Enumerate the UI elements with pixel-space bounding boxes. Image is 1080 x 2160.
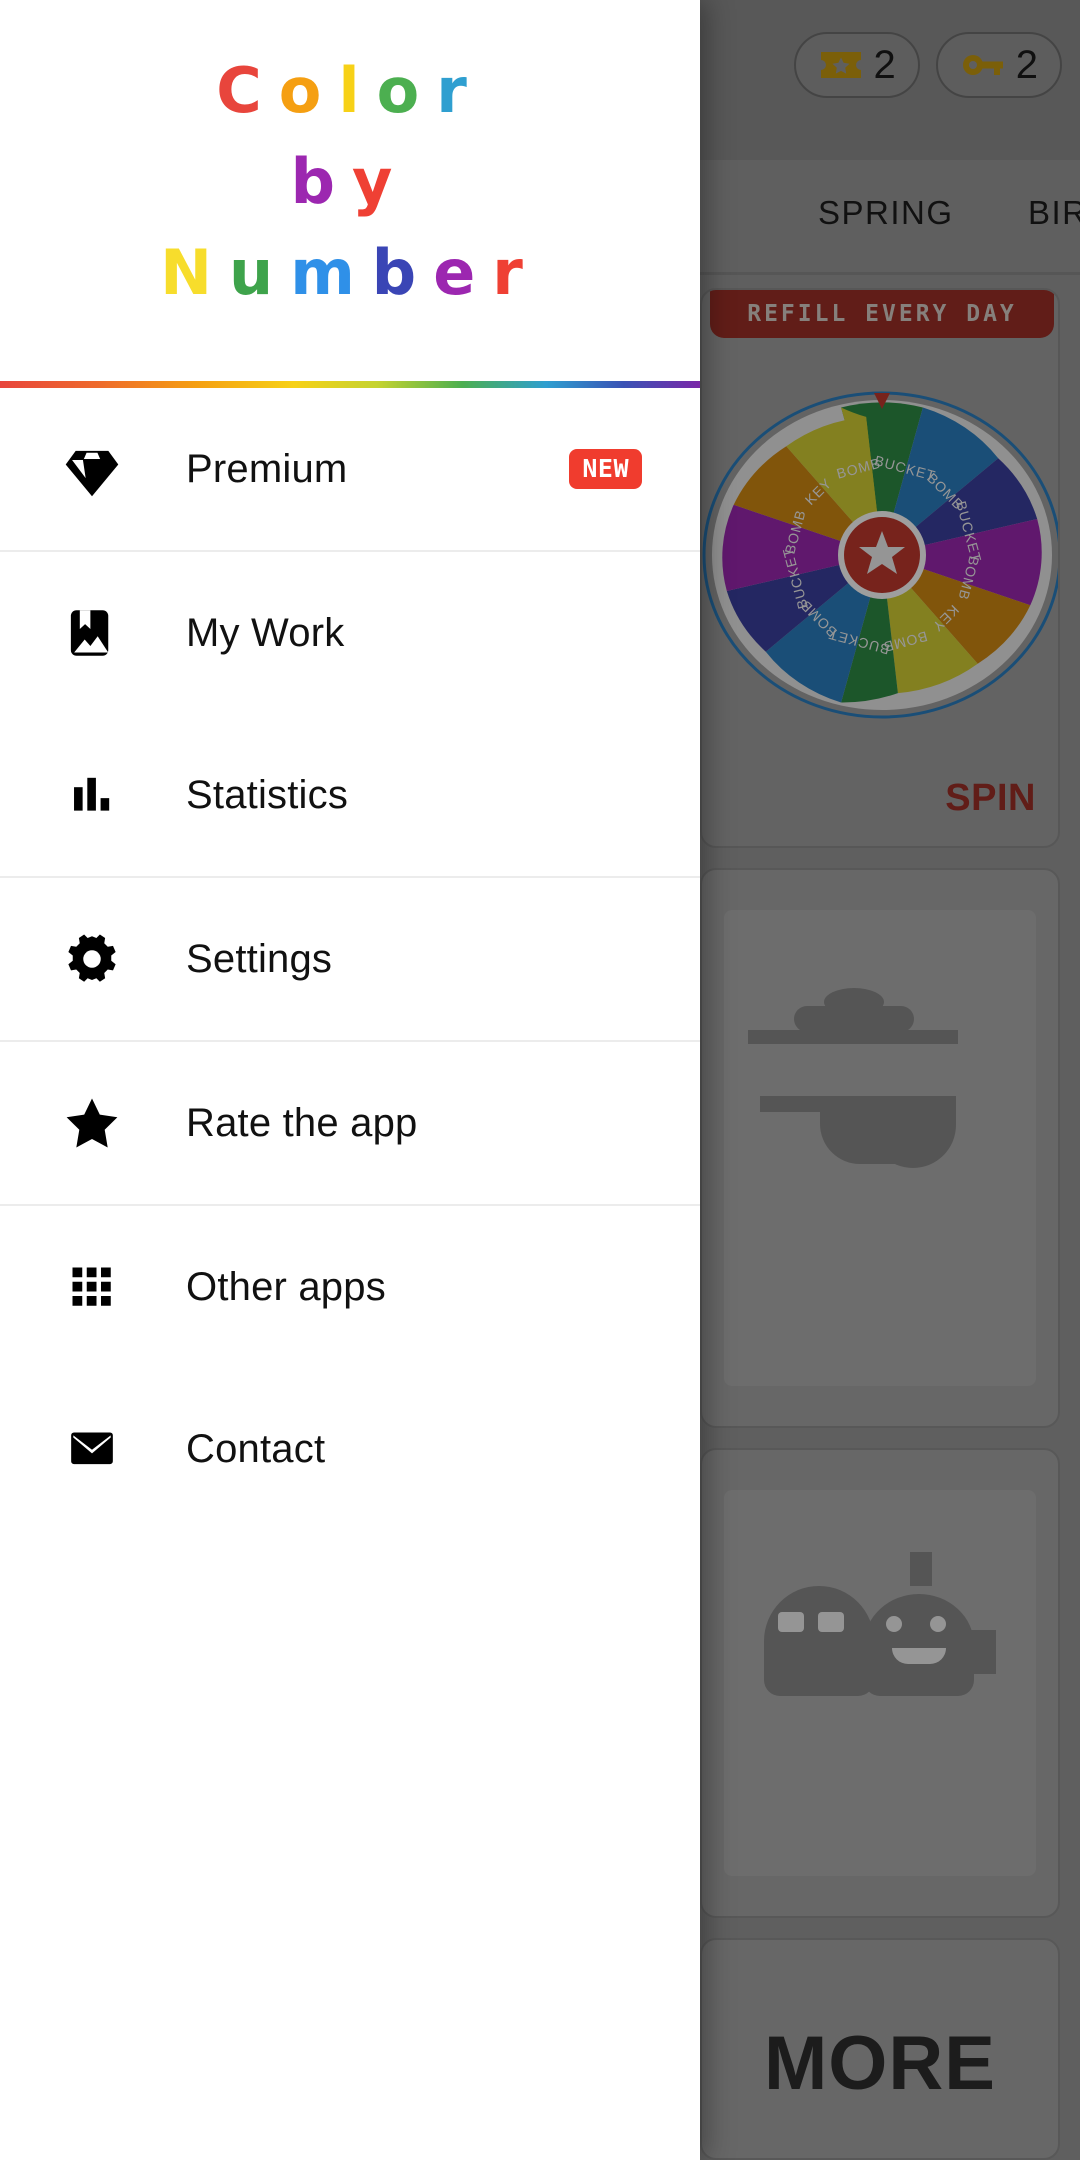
bar-chart-icon (60, 763, 124, 827)
logo-letter: y (352, 145, 409, 218)
menu-item-label: Contact (186, 1427, 325, 1472)
bookmark-image-icon (60, 601, 124, 665)
menu-item-rate-the-app[interactable]: Rate the app (0, 1042, 700, 1204)
app-logo: Color by Number (0, 60, 700, 305)
menu-group-rate: Rate the app (0, 1042, 700, 1206)
menu-group-content: My Work Statistics (0, 552, 700, 878)
grid-apps-icon (60, 1255, 124, 1319)
logo-letter: C (216, 54, 279, 127)
star-icon (60, 1091, 124, 1155)
logo-line-number: Number (0, 242, 700, 305)
menu-item-my-work[interactable]: My Work (0, 552, 700, 714)
menu-group-misc: Other apps Contact (0, 1206, 700, 1530)
menu-item-statistics[interactable]: Statistics (0, 714, 700, 876)
menu-group-settings: Settings (0, 878, 700, 1042)
logo-letter: e (433, 236, 492, 309)
logo-line-color: Color (0, 60, 700, 123)
menu-item-label: Rate the app (186, 1101, 417, 1146)
app-screen: 2 2 HD SPRING BI (0, 0, 1080, 2160)
menu-item-contact[interactable]: Contact (0, 1368, 700, 1530)
menu-item-label: Statistics (186, 773, 348, 818)
menu-item-label: Premium (186, 447, 347, 492)
logo-letter: o (279, 54, 339, 127)
logo-letter: o (377, 54, 437, 127)
rainbow-divider (0, 381, 700, 388)
menu-item-label: My Work (186, 611, 344, 656)
menu-item-label: Settings (186, 937, 332, 982)
logo-letter: N (160, 236, 229, 309)
gear-icon (60, 927, 124, 991)
navigation-drawer: Color by Number Premium NEW (0, 0, 700, 2160)
new-badge: NEW (569, 449, 642, 489)
logo-letter: m (290, 236, 372, 309)
menu-group-premium: Premium NEW (0, 388, 700, 552)
logo-letter: r (492, 236, 540, 309)
logo-letter: b (372, 236, 433, 309)
menu-item-other-apps[interactable]: Other apps (0, 1206, 700, 1368)
drawer-menu: Premium NEW My Work (0, 388, 700, 1530)
diamond-icon (60, 437, 124, 501)
menu-item-premium[interactable]: Premium NEW (0, 388, 700, 550)
logo-letter: b (291, 145, 352, 218)
logo-letter: u (229, 236, 290, 309)
envelope-icon (60, 1417, 124, 1481)
logo-letter: r (436, 54, 484, 127)
menu-item-settings[interactable]: Settings (0, 878, 700, 1040)
menu-item-label: Other apps (186, 1265, 386, 1310)
logo-letter: l (338, 54, 376, 127)
logo-line-by: by (0, 151, 700, 214)
